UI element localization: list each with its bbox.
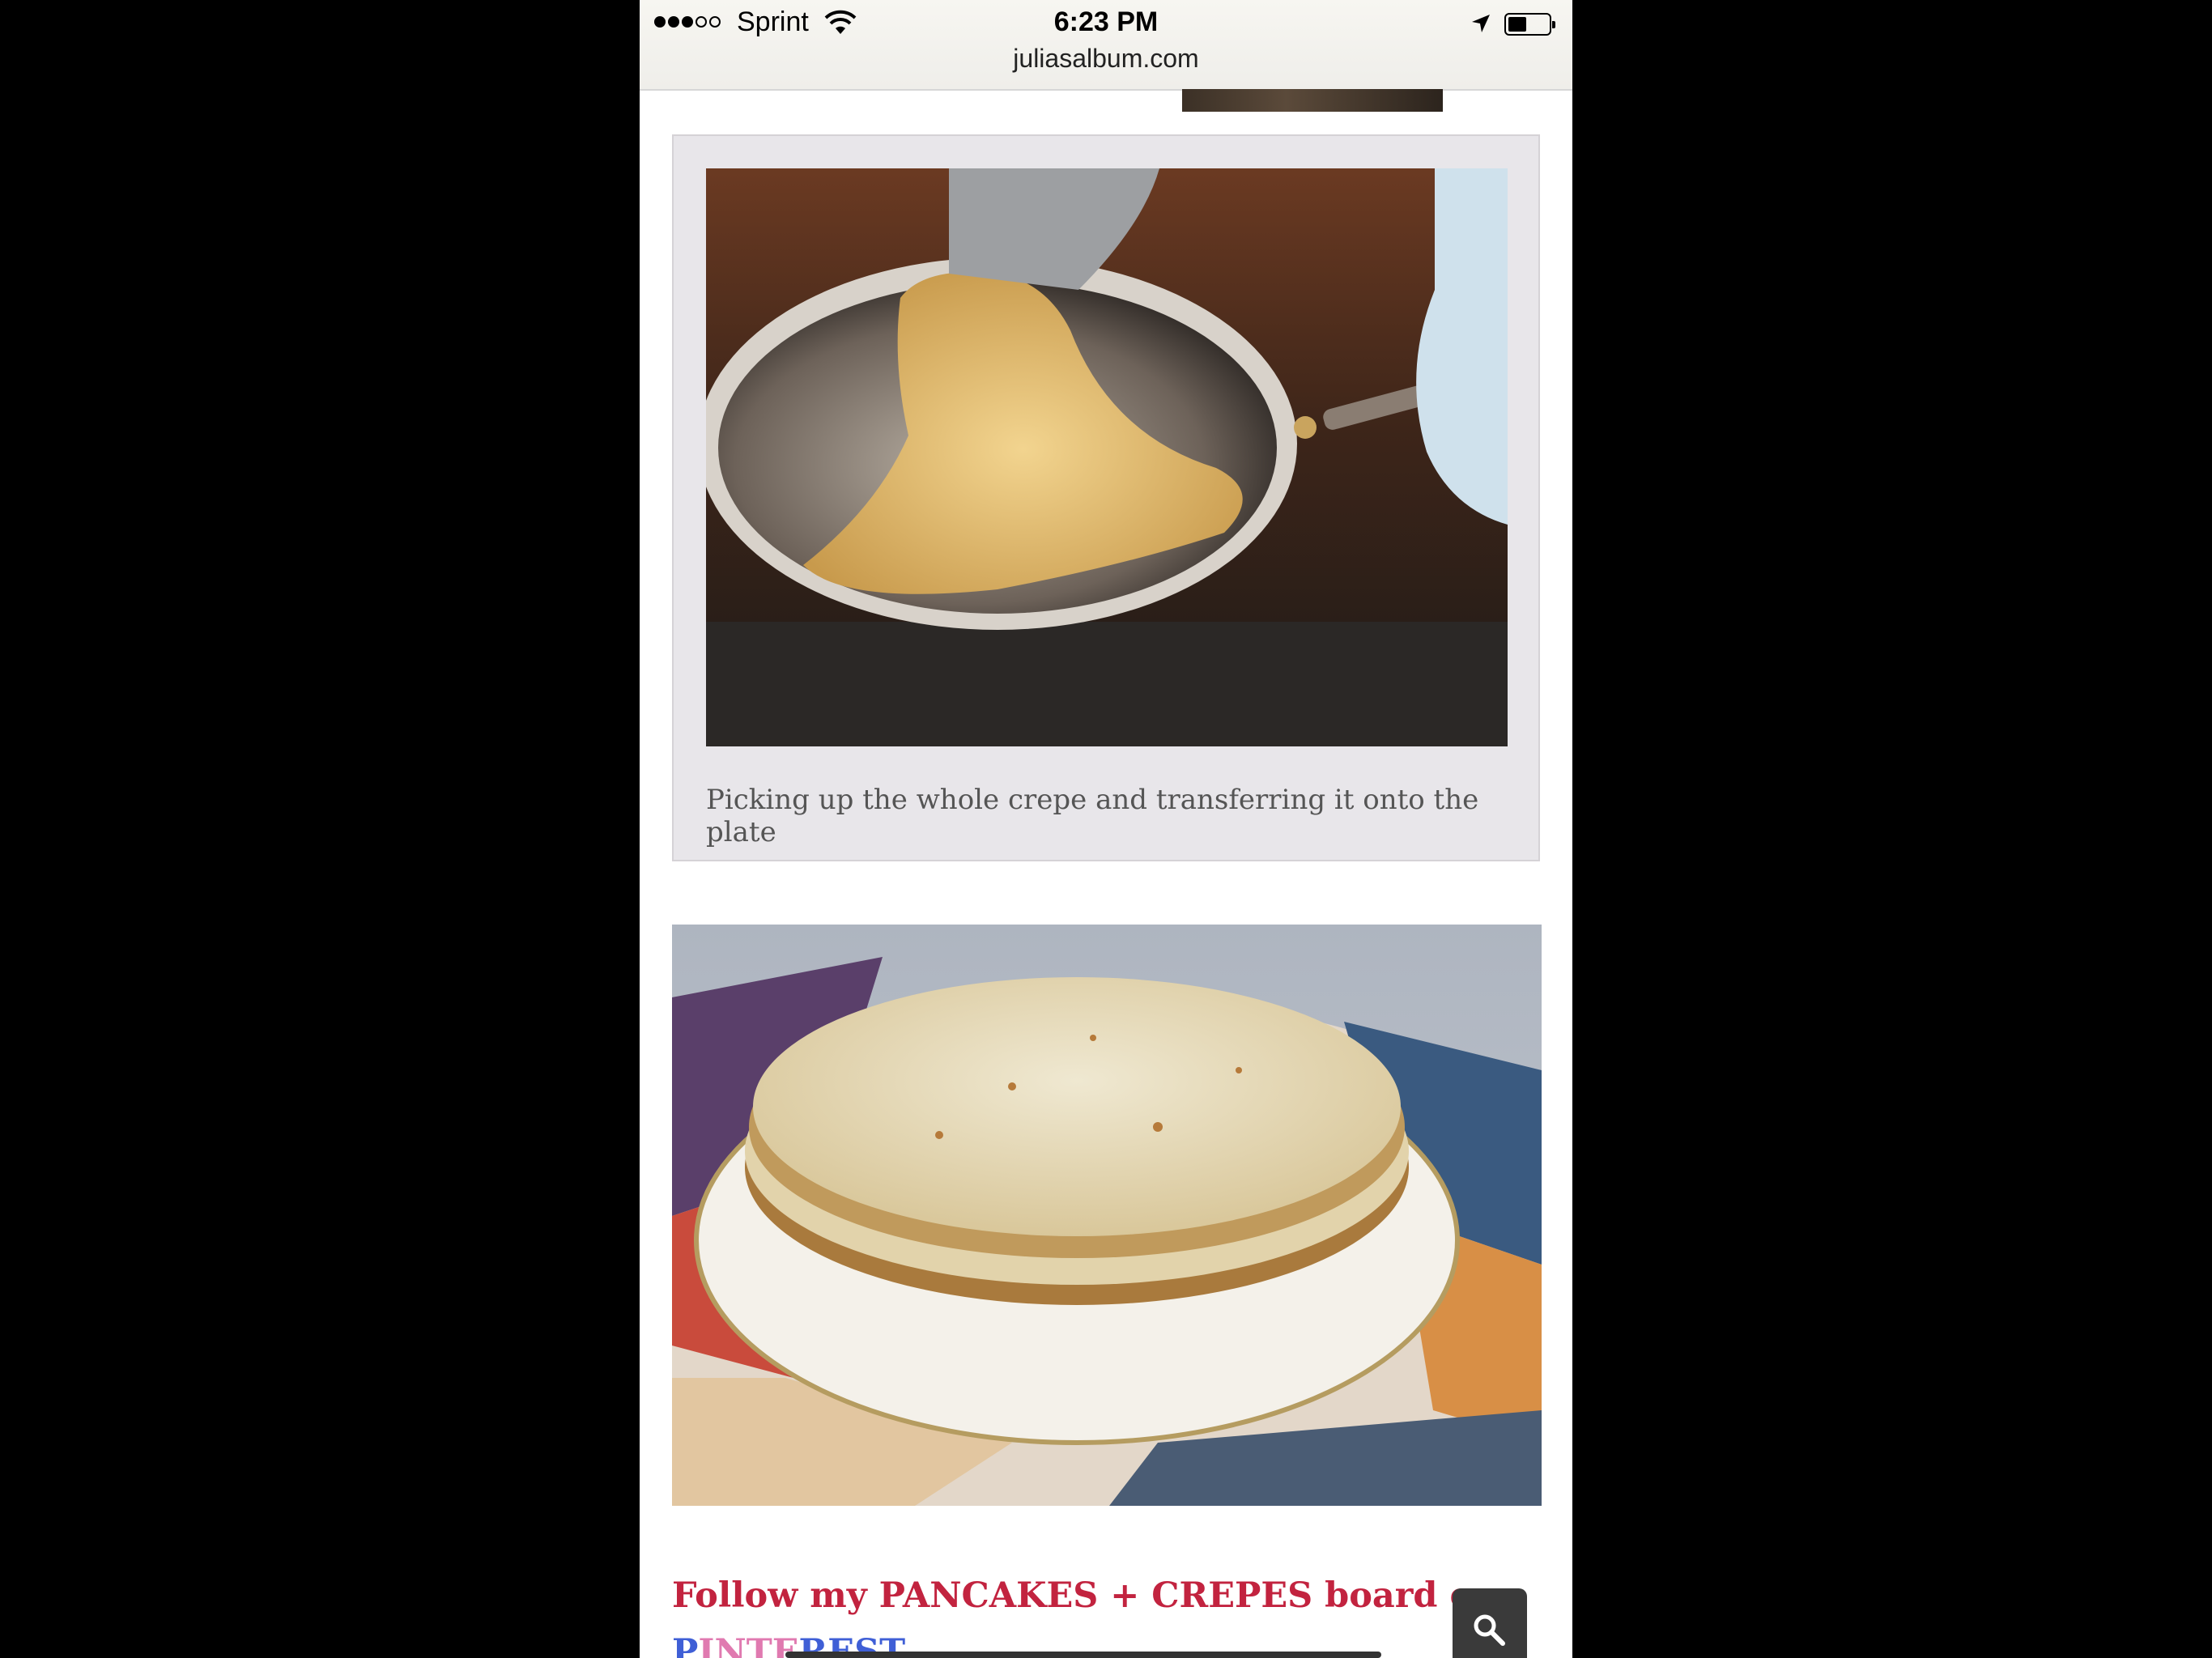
search-icon	[1474, 1614, 1505, 1646]
photo-caption: Picking up the whole crepe and transferr…	[706, 784, 1479, 848]
photo-caption-box: Picking up the whole crepe and transferr…	[672, 134, 1540, 861]
crepe-stack-photo[interactable]	[672, 925, 1542, 1506]
pinterest-follow-heading[interactable]: Follow my PANCAKES + CREPES board on	[672, 1575, 1546, 1616]
status-time: 6:23 PM	[1053, 6, 1159, 37]
bottom-toolbar-edge	[785, 1652, 1381, 1658]
browser-status-bar: Sprint 6:23 PM juliasalbum.com	[640, 0, 1572, 91]
pinterest-part: P	[672, 1632, 699, 1658]
previous-photo-edge	[1182, 89, 1443, 112]
pinterest-part: INTE	[698, 1632, 799, 1658]
crepe-pan-photo[interactable]	[706, 168, 1508, 746]
search-button[interactable]	[1453, 1588, 1527, 1658]
battery-icon	[1504, 13, 1555, 36]
location-arrow-icon	[1472, 15, 1490, 32]
phone-screen: Sprint 6:23 PM juliasalbum.com Picking u…	[640, 0, 1572, 1658]
status-row: Sprint 6:23 PM	[640, 5, 1572, 42]
address-bar-url[interactable]: juliasalbum.com	[640, 44, 1572, 74]
